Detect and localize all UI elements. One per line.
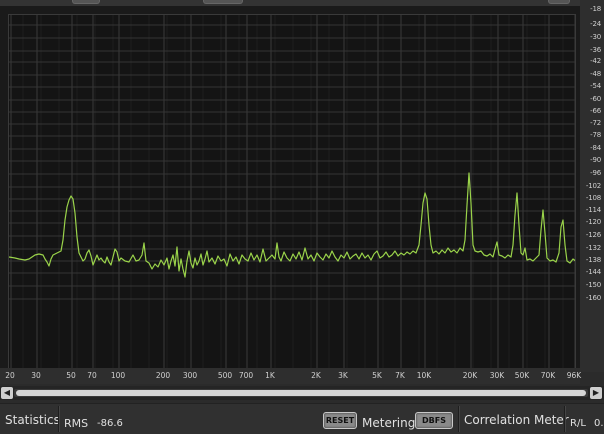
y-tick-label: -30	[590, 33, 601, 41]
divider	[458, 406, 460, 432]
y-tick-label: -42	[590, 57, 601, 65]
y-tick-label: -126	[585, 231, 601, 239]
y-tick-label: -120	[585, 218, 601, 226]
x-tick-label: 1K	[265, 371, 275, 380]
y-tick-label: -150	[585, 281, 601, 289]
spectrum-plot-area[interactable]	[8, 14, 576, 372]
y-tick-label: -160	[585, 294, 601, 302]
y-tick-label: -54	[590, 82, 601, 90]
y-tick-label: -108	[585, 194, 601, 202]
rms-label: RMS	[64, 417, 89, 430]
y-tick-label: -144	[585, 268, 601, 276]
toolbar-button-stub[interactable]	[548, 0, 570, 4]
y-tick-label: -138	[585, 256, 601, 264]
status-bar: Statistics RMS -86.6 RESET Metering DBFS…	[0, 403, 604, 434]
divider	[564, 406, 566, 432]
x-tick-label: 20	[5, 371, 15, 380]
correlation-meter-label[interactable]: Correlation Meter	[464, 413, 569, 427]
scroll-left-arrow-icon[interactable]: ◀	[1, 387, 13, 399]
y-tick-label: -60	[590, 95, 601, 103]
toolbar-button-stub[interactable]	[72, 0, 100, 4]
y-tick-label: -90	[590, 156, 601, 164]
divider	[58, 406, 60, 432]
x-tick-label: 300	[182, 371, 198, 380]
y-tick-label: -66	[590, 107, 601, 115]
y-tick-label: -72	[590, 119, 601, 127]
y-tick-label: -78	[590, 131, 601, 139]
y-tick-label: -84	[590, 144, 601, 152]
y-tick-label: -96	[590, 169, 601, 177]
dbfs-button[interactable]: DBFS	[415, 412, 453, 429]
y-tick-label: -102	[585, 182, 601, 190]
spectrum-graph	[9, 15, 575, 371]
x-tick-label: 30K	[489, 371, 505, 380]
x-tick-label: 200	[155, 371, 171, 380]
rl-label: R/L	[570, 418, 586, 429]
metering-label: Metering	[362, 416, 416, 430]
plot-grid	[9, 15, 575, 371]
x-tick-label: 10K	[416, 371, 432, 380]
spectrum-plot-frame	[0, 6, 580, 372]
y-tick-label: -114	[585, 206, 601, 214]
x-tick-label: 50	[66, 371, 76, 380]
x-tick-label: 7K	[395, 371, 405, 380]
y-tick-label: -24	[590, 20, 601, 28]
horizontal-scrollbar[interactable]: ◀ ▶	[0, 386, 604, 400]
x-tick-label: 70	[87, 371, 97, 380]
scroll-thumb[interactable]	[16, 390, 586, 396]
x-tick-label: 2K	[311, 371, 321, 380]
amplitude-axis: -18 -24 -30 -36 -42 -48 -54 -60 -66 -72 -78 -84 -90 -…	[580, 0, 604, 372]
rl-value: 0.	[594, 418, 604, 429]
rms-value: -86.6	[97, 418, 123, 429]
frequency-axis: 20 30 50 70 100 200 300 500 700 1K 2K 3K 5K 7K 10K 20K 3…	[0, 368, 582, 384]
x-tick-label: 50K	[514, 371, 530, 380]
x-tick-label: 96K	[566, 371, 582, 380]
x-tick-label: 700	[238, 371, 254, 380]
x-tick-label: 20K	[462, 371, 478, 380]
x-tick-label: 5K	[372, 371, 382, 380]
x-tick-label: 70K	[540, 371, 556, 380]
statistics-label[interactable]: Statistics	[5, 413, 60, 427]
x-tick-label: 100	[110, 371, 126, 380]
x-tick-label: 500	[217, 371, 233, 380]
x-tick-label: 3K	[338, 371, 348, 380]
scroll-right-arrow-icon[interactable]: ▶	[590, 387, 602, 399]
y-tick-label: -36	[590, 46, 601, 54]
reset-button[interactable]: RESET	[323, 412, 357, 429]
y-tick-label: -48	[590, 70, 601, 78]
x-tick-label: 30	[31, 371, 41, 380]
y-tick-label: -132	[585, 244, 601, 252]
y-tick-label: -18	[590, 5, 601, 13]
toolbar-button-stub[interactable]	[203, 0, 243, 4]
